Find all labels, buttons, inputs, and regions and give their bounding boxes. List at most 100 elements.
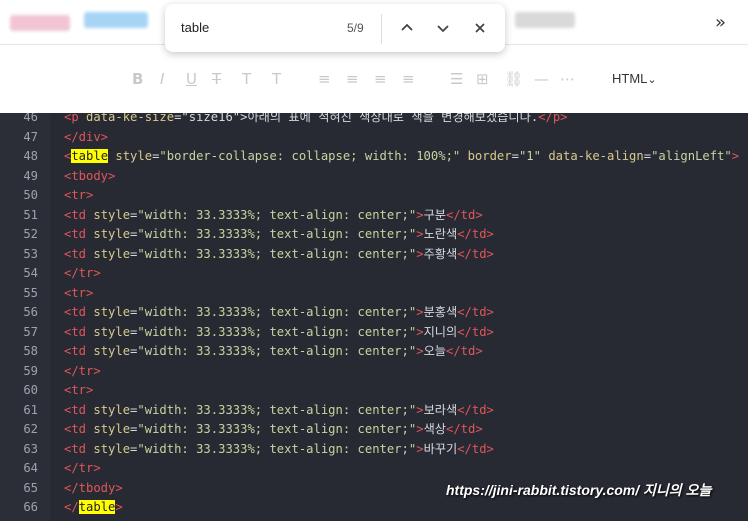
chevron-up-icon[interactable]: [396, 17, 418, 39]
find-input[interactable]: table: [181, 20, 209, 35]
code-line[interactable]: 52 <td style="width: 33.3333%; text-align…: [0, 225, 748, 245]
code-line[interactable]: 62 <td style="width: 33.3333%; text-align…: [0, 420, 748, 440]
line-number: 48: [23, 149, 38, 163]
align-right-icon[interactable]: ≡: [374, 70, 387, 88]
code-token: </td>: [446, 344, 483, 358]
code-token: data-ke-align: [540, 149, 644, 163]
code-token: </div>: [64, 129, 109, 144]
line-number: 65: [23, 480, 38, 495]
code-token: style: [93, 402, 131, 417]
code-token: </tr>: [64, 461, 101, 475]
code-token: 노란색: [423, 227, 458, 241]
code-token: <td: [64, 402, 94, 417]
line-number: 60: [23, 383, 38, 397]
blurred-tab[interactable]: [10, 15, 70, 31]
search-match-highlight: table: [71, 149, 109, 163]
code-token: <td: [64, 227, 94, 241]
code-token: style: [93, 227, 131, 241]
code-token: >: [416, 207, 424, 222]
code-token: </tr>: [64, 363, 101, 378]
code-text: <td style="width: 33.3333%; text-align: …: [64, 401, 494, 421]
blurred-tab[interactable]: [84, 12, 148, 28]
code-line[interactable]: 49 <tbody>: [0, 167, 748, 187]
underline-icon[interactable]: U: [186, 70, 197, 88]
italic-icon[interactable]: I: [160, 70, 164, 88]
line-number: 54: [23, 266, 38, 280]
list-icon[interactable]: ☰: [450, 70, 463, 88]
table-icon[interactable]: ⊞: [476, 70, 489, 88]
more-tabs-icon[interactable]: »: [715, 12, 726, 33]
code-text: <tbody>: [64, 167, 115, 187]
code-token: 오늘: [423, 344, 446, 358]
code-line[interactable]: 53 <td style="width: 33.3333%; text-align…: [0, 245, 748, 265]
code-token: style: [93, 324, 131, 339]
code-token: "border-collapse: collapse; width: 100%;…: [159, 149, 461, 163]
code-token: </td>: [446, 207, 483, 222]
code-text: </tr>: [64, 362, 101, 382]
code-text: <tr>: [64, 284, 93, 304]
html-code-editor[interactable]: 46 <p data-ke-size="size16">아래의 표에 적혀진 색상…: [0, 113, 748, 521]
code-line[interactable]: 60 <tr>: [0, 381, 748, 401]
find-separator: [381, 14, 382, 44]
code-line[interactable]: 47 </div>: [0, 128, 748, 148]
code-line[interactable]: 58 <td style="width: 33.3333%; text-align…: [0, 342, 748, 362]
code-token: 지니의: [423, 324, 458, 339]
line-number: 64: [23, 461, 38, 475]
code-text: <td style="width: 33.3333%; text-align: …: [64, 303, 494, 323]
code-line[interactable]: 48 <table style="border-collapse: collaps…: [0, 147, 748, 167]
code-line[interactable]: 64 </tr>: [0, 459, 748, 479]
code-token: 구분: [423, 207, 446, 222]
link-icon[interactable]: ⛓: [504, 70, 523, 88]
code-token: </tbody>: [64, 480, 123, 495]
code-token: </td>: [457, 324, 494, 339]
chevron-down-icon[interactable]: [432, 17, 454, 39]
strikethrough-icon[interactable]: T: [212, 70, 221, 88]
code-text: </tbody>: [64, 479, 123, 499]
code-token: </tr>: [64, 266, 101, 280]
code-line[interactable]: 59 </tr>: [0, 362, 748, 382]
code-text: </div>: [64, 128, 108, 148]
more-icon[interactable]: ⋯: [560, 70, 575, 88]
code-text: <td style="width: 33.3333%; text-align: …: [64, 323, 494, 343]
line-number: 62: [23, 422, 38, 436]
editor-toolbar: B I U T T T ≡ ≡ ≡ ≡ ☰ ⊞ ⛓ — ⋯ HTML⌄: [0, 45, 748, 113]
html-mode-dropdown[interactable]: HTML⌄: [612, 71, 657, 86]
code-token: "alignLeft": [651, 149, 732, 163]
code-line[interactable]: 54 </tr>: [0, 264, 748, 284]
code-line[interactable]: 56 <td style="width: 33.3333%; text-align…: [0, 303, 748, 323]
code-token: style: [108, 149, 153, 163]
code-token: "1": [518, 149, 541, 163]
close-icon[interactable]: [469, 17, 491, 39]
code-line[interactable]: 63 <td style="width: 33.3333%; text-align…: [0, 440, 748, 460]
align-justify-icon[interactable]: ≡: [402, 70, 415, 88]
code-line[interactable]: 61 <td style="width: 33.3333%; text-align…: [0, 401, 748, 421]
code-text: <tr>: [64, 186, 93, 206]
align-center-icon[interactable]: ≡: [346, 70, 359, 88]
text-color-icon[interactable]: T: [242, 70, 251, 88]
code-token: <td: [64, 324, 94, 339]
code-token: "width: 33.3333%; text-align: center;": [137, 305, 417, 319]
search-match-highlight: table: [78, 500, 116, 514]
code-token: >: [416, 305, 424, 319]
bg-color-icon[interactable]: T: [272, 70, 281, 88]
code-token: >: [416, 246, 424, 261]
line-number: 47: [23, 129, 38, 144]
code-text: </tr>: [64, 459, 101, 479]
line-number: 58: [23, 344, 38, 358]
code-line[interactable]: 66 </table>: [0, 498, 748, 518]
line-number: 63: [23, 441, 38, 456]
code-token: "width: 33.3333%; text-align: center;": [137, 422, 417, 436]
code-line[interactable]: 50 <tr>: [0, 186, 748, 206]
bold-icon[interactable]: B: [132, 70, 143, 88]
code-token: style: [93, 305, 131, 319]
code-text: </tr>: [64, 264, 101, 284]
code-line[interactable]: 57 <td style="width: 33.3333%; text-align…: [0, 323, 748, 343]
divider-icon[interactable]: —: [534, 70, 549, 88]
code-line[interactable]: 46 <p data-ke-size="size16">아래의 표에 적혀진 색상…: [0, 113, 748, 128]
code-line[interactable]: 51 <td style="width: 33.3333%; text-align…: [0, 206, 748, 226]
line-number: 56: [23, 305, 38, 319]
blurred-tab[interactable]: [515, 12, 575, 28]
code-token: 바꾸기: [423, 441, 458, 456]
align-left-icon[interactable]: ≡: [318, 70, 331, 88]
code-line[interactable]: 55 <tr>: [0, 284, 748, 304]
